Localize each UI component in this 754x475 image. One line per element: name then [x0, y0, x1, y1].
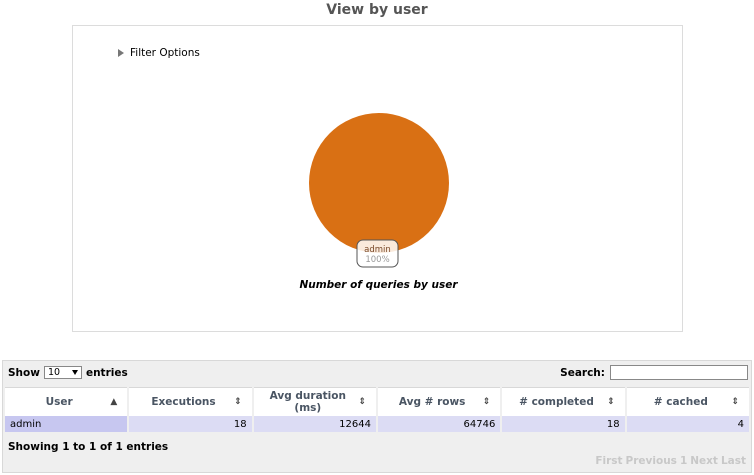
- chart-panel: Filter Options admin 100% Number of quer…: [72, 25, 683, 332]
- length-control: Show 10 entries: [8, 366, 128, 379]
- sort-both-icon: ⇕: [731, 397, 739, 407]
- table-header-row: User ▲ Executions ⇕ Avg duration (ms) ⇕ …: [5, 387, 749, 416]
- cell-user: admin: [5, 416, 128, 432]
- page-length-value: 10: [47, 367, 61, 378]
- entries-label: entries: [85, 366, 128, 379]
- cell-executions: 18: [129, 416, 252, 432]
- pagination-first[interactable]: First: [595, 455, 622, 467]
- pagination-last[interactable]: Last: [721, 455, 746, 467]
- column-header-completed[interactable]: # completed ⇕: [502, 387, 625, 416]
- sort-both-icon: ⇕: [234, 397, 242, 407]
- datatable-top-bar: Show 10 entries Search:: [3, 361, 751, 387]
- search-input[interactable]: [610, 365, 748, 380]
- chevron-down-icon: [71, 370, 78, 375]
- column-header-avg-rows[interactable]: Avg # rows ⇕: [377, 387, 501, 416]
- column-header-cached[interactable]: # cached ⇕: [626, 387, 749, 416]
- pie-slice-percent: 100%: [365, 255, 389, 265]
- pie-chart: admin 100%: [309, 113, 449, 268]
- sort-asc-icon: ▲: [110, 397, 118, 407]
- cell-cached: 4: [626, 416, 749, 432]
- pagination-page[interactable]: 1: [680, 455, 687, 467]
- users-table: User ▲ Executions ⇕ Avg duration (ms) ⇕ …: [3, 387, 751, 432]
- pagination: First Previous 1 Next Last: [595, 455, 746, 467]
- search-label: Search:: [560, 366, 605, 379]
- pagination-next[interactable]: Next: [690, 455, 718, 467]
- column-header-executions[interactable]: Executions ⇕: [129, 387, 252, 416]
- page-length-select[interactable]: 10: [43, 366, 82, 379]
- datatable-wrapper: Show 10 entries Search: User ▲ Execution…: [2, 360, 752, 473]
- pie-label-callout: admin 100%: [356, 239, 399, 268]
- pie-slice-label: admin: [364, 245, 391, 255]
- pie-slice-admin[interactable]: [309, 113, 449, 253]
- pagination-previous[interactable]: Previous: [626, 455, 677, 467]
- table-row[interactable]: admin 18 12644 64746 18 4: [5, 416, 749, 432]
- cell-avg-rows: 64746: [377, 416, 501, 432]
- table-info: Showing 1 to 1 of 1 entries: [8, 441, 169, 453]
- column-header-avg-duration[interactable]: Avg duration (ms) ⇕: [253, 387, 376, 416]
- cell-avg-duration: 12644: [253, 416, 376, 432]
- search-control: Search:: [560, 365, 748, 380]
- column-header-user[interactable]: User ▲: [5, 387, 128, 416]
- show-label: Show: [8, 366, 40, 379]
- page-title: View by user: [326, 2, 428, 18]
- sort-both-icon: ⇕: [607, 397, 615, 407]
- sort-both-icon: ⇕: [482, 397, 491, 407]
- cell-completed: 18: [502, 416, 625, 432]
- chart-caption: Number of queries by user: [299, 279, 458, 291]
- sort-both-icon: ⇕: [358, 397, 366, 407]
